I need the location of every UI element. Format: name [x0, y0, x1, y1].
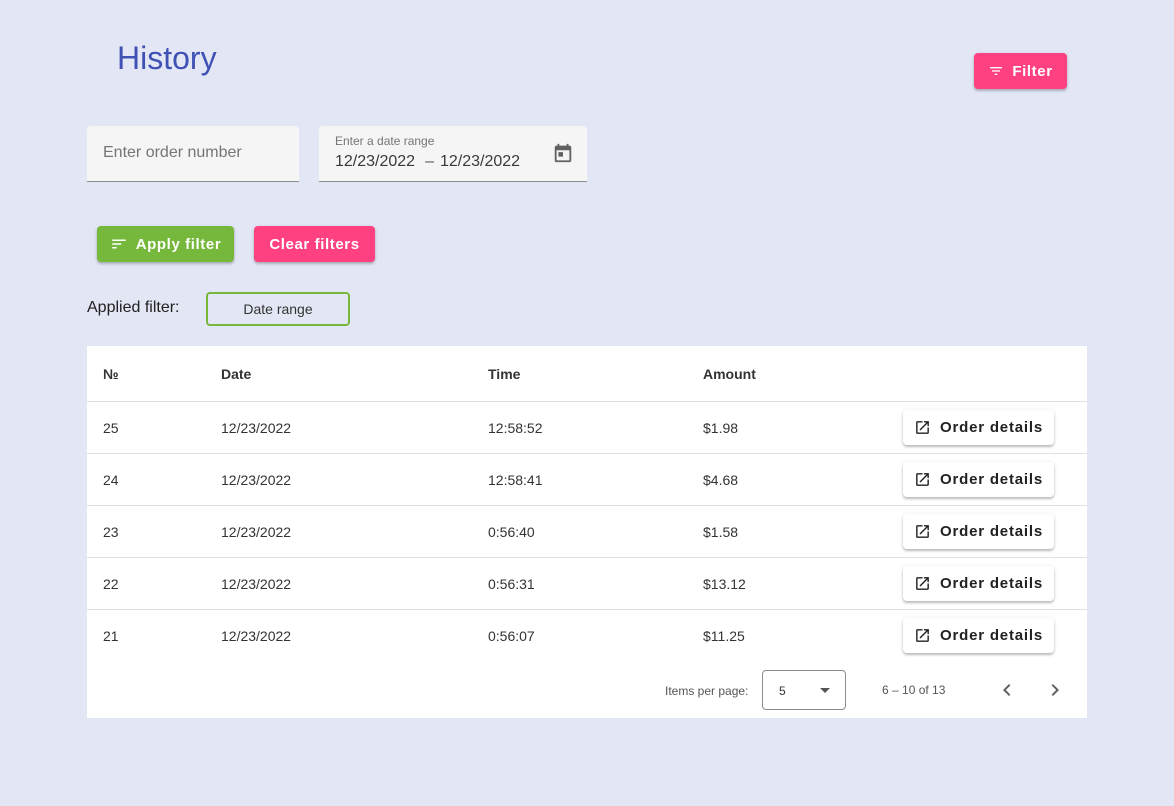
order-details-button[interactable]: Order details — [903, 566, 1054, 601]
order-details-label: Order details — [940, 575, 1043, 592]
applied-filter-label: Applied filter: — [87, 299, 180, 316]
filter-button-label: Filter — [1012, 62, 1053, 80]
date-end[interactable]: 12/23/2022 — [440, 153, 520, 170]
time-cell: 0:56:31 — [488, 575, 535, 592]
order-details-button[interactable]: Order details — [903, 462, 1054, 497]
date-range-value[interactable]: 12/23/2022–12/23/2022 — [335, 153, 520, 171]
table-row: 25 12/23/2022 12:58:52 $1.98 Order detai… — [87, 402, 1087, 454]
time-cell: 12:58:41 — [488, 471, 543, 488]
order-details-label: Order details — [940, 471, 1043, 488]
table-row: 22 12/23/2022 0:56:31 $13.12 Order detai… — [87, 558, 1087, 610]
date-range-label: Enter a date range — [335, 134, 435, 148]
items-per-page-value: 5 — [779, 684, 786, 698]
order-number-cell: 21 — [103, 628, 119, 644]
apply-filter-label: Apply filter — [135, 235, 222, 253]
date-cell: 12/23/2022 — [221, 471, 292, 488]
table-row: 21 12/23/2022 0:56:07 $11.25 Order detai… — [87, 610, 1087, 662]
order-number-cell: 22 — [103, 575, 119, 592]
open-in-new-icon — [914, 523, 931, 540]
date-cell: 12/23/2022 — [221, 523, 292, 540]
time-cell: 0:56:07 — [488, 628, 535, 644]
column-header-amount[interactable]: Amount — [703, 346, 756, 401]
items-per-page-label: Items per page: — [665, 684, 749, 698]
order-details-label: Order details — [940, 419, 1043, 436]
date-cell: 12/23/2022 — [221, 419, 292, 436]
order-details-button[interactable]: Order details — [903, 410, 1054, 445]
apply-filter-button[interactable]: Apply filter — [97, 226, 234, 262]
amount-cell: $13.12 — [703, 575, 746, 592]
filter-list-icon — [988, 63, 1004, 79]
amount-cell: $1.58 — [703, 523, 739, 540]
order-number-input[interactable] — [103, 144, 283, 162]
order-number-cell: 24 — [103, 471, 119, 488]
column-header-number[interactable]: № — [103, 346, 119, 401]
date-cell: 12/23/2022 — [221, 628, 292, 644]
next-page-button[interactable] — [1043, 678, 1067, 702]
time-cell: 0:56:40 — [488, 523, 535, 540]
amount-cell: $4.68 — [703, 471, 739, 488]
date-start[interactable]: 12/23/2022 — [335, 153, 415, 170]
order-number-cell: 25 — [103, 419, 119, 436]
order-number-cell: 23 — [103, 523, 119, 540]
table-header-row: № Date Time Amount — [87, 346, 1087, 402]
dropdown-arrow-icon — [820, 688, 830, 693]
open-in-new-icon — [914, 419, 931, 436]
items-per-page-select[interactable]: 5 — [762, 670, 846, 710]
order-details-button[interactable]: Order details — [903, 618, 1054, 653]
amount-cell: $11.25 — [703, 628, 745, 644]
history-table: № Date Time Amount 25 12/23/2022 12:58:5… — [87, 346, 1087, 718]
order-details-button[interactable]: Order details — [903, 514, 1054, 549]
clear-filters-button[interactable]: Clear filters — [254, 226, 375, 262]
column-header-time[interactable]: Time — [488, 346, 520, 401]
table-row: 24 12/23/2022 12:58:41 $4.68 Order detai… — [87, 454, 1087, 506]
calendar-icon[interactable] — [552, 142, 574, 164]
chevron-right-icon — [1051, 684, 1059, 696]
previous-page-button[interactable] — [995, 678, 1019, 702]
open-in-new-icon — [914, 575, 931, 592]
table-row: 23 12/23/2022 0:56:40 $1.58 Order detail… — [87, 506, 1087, 558]
order-details-label: Order details — [940, 523, 1043, 540]
order-details-label: Order details — [940, 627, 1043, 644]
date-range-field[interactable]: Enter a date range 12/23/2022–12/23/2022 — [319, 126, 587, 182]
open-in-new-icon — [914, 627, 931, 644]
page-range-label: 6 – 10 of 13 — [882, 683, 946, 697]
chevron-left-icon — [1003, 684, 1011, 696]
page-title: History — [117, 40, 217, 76]
order-number-field[interactable] — [87, 126, 299, 182]
filter-button[interactable]: Filter — [974, 53, 1067, 89]
time-cell: 12:58:52 — [488, 419, 543, 436]
column-header-date[interactable]: Date — [221, 346, 251, 401]
filter-list-icon — [110, 235, 128, 253]
open-in-new-icon — [914, 471, 931, 488]
date-cell: 12/23/2022 — [221, 575, 292, 592]
applied-filter-chip[interactable]: Date range — [206, 292, 350, 326]
date-separator: – — [425, 153, 434, 170]
amount-cell: $1.98 — [703, 419, 739, 436]
